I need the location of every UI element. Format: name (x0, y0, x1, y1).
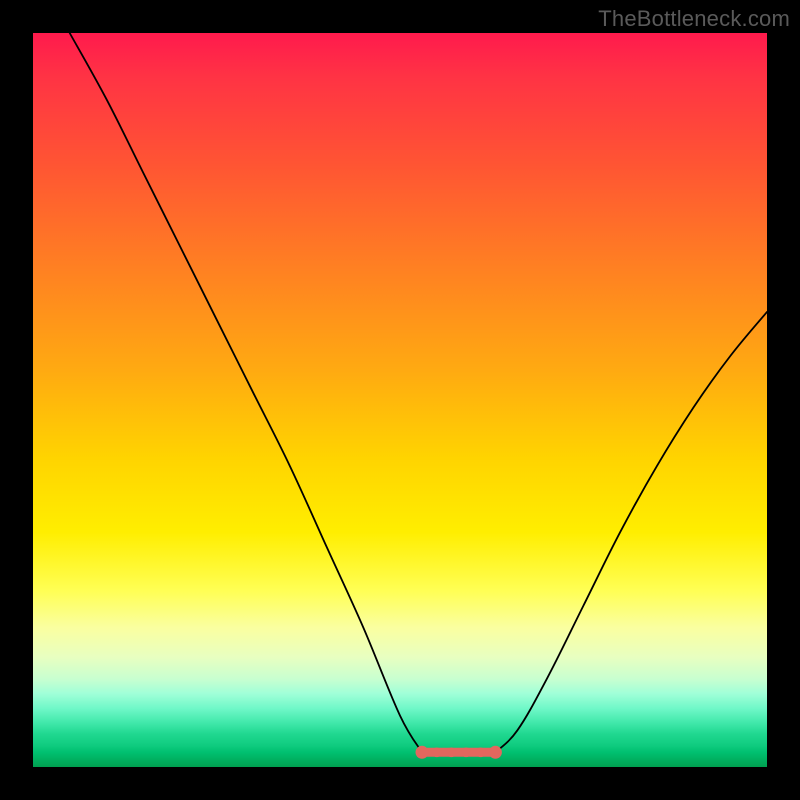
plot-area (33, 33, 767, 767)
left-curve-line (70, 33, 422, 752)
flat-endpoint-dot (489, 746, 502, 759)
right-curve-line (495, 312, 767, 752)
flat-interior-dot (447, 748, 457, 758)
flat-interior-dot (476, 748, 486, 758)
flat-interior-dot (432, 748, 442, 758)
flat-endpoint-dot (416, 746, 429, 759)
chart-svg (33, 33, 767, 767)
flat-interior-dot (461, 748, 471, 758)
chart-frame: TheBottleneck.com (0, 0, 800, 800)
watermark-text: TheBottleneck.com (598, 6, 790, 32)
